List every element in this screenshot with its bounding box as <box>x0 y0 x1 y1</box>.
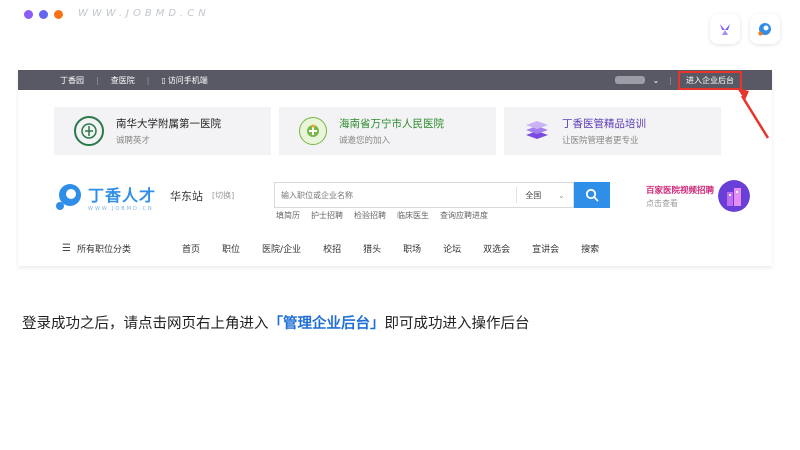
video-banner-title: 百家医院视频招聘 <box>645 185 714 196</box>
menu-item[interactable]: 职位 <box>222 242 240 255</box>
link-hospital[interactable]: 查医院 <box>111 75 135 86</box>
dot-indigo <box>39 10 48 19</box>
hot-link[interactable]: 填简历 <box>276 210 300 221</box>
search-input[interactable] <box>275 189 516 201</box>
url-watermark: WWW.JOBMD.CN <box>78 8 210 19</box>
menu-item[interactable]: 搜索 <box>581 242 599 255</box>
hospital-card[interactable]: 海南省万宁市人民医院 诚邀您的加入 <box>279 107 496 155</box>
dot-orange <box>54 10 63 19</box>
hot-link[interactable]: 检验招聘 <box>354 210 386 221</box>
corner-icons <box>710 14 780 44</box>
all-categories-label: 所有职位分类 <box>76 245 131 255</box>
region-switch-link[interactable]: [切换] <box>212 190 234 201</box>
top-bar-links: 丁香园 | 查医院 | ▯ 访问手机端 <box>54 75 214 86</box>
logo-text: 丁香人才 <box>88 186 157 205</box>
dot-purple <box>24 10 33 19</box>
region-label: 华东站 <box>170 190 203 203</box>
search-button[interactable] <box>574 182 610 208</box>
separator: | <box>146 75 150 85</box>
enter-backend-link[interactable]: 进入企业后台 <box>678 70 742 90</box>
instruction-after: 即可成功进入操作后台 <box>384 316 530 332</box>
website-screenshot: 丁香园 | 查医院 | ▯ 访问手机端 ⌄ | 进入企业后台 南华大学附属第一医… <box>18 70 772 266</box>
phone-icon: ▯ <box>161 75 166 85</box>
training-card[interactable]: 丁香医管精品培训 让医院管理者更专业 <box>504 107 721 155</box>
hospital-emblem-icon <box>74 116 104 146</box>
hospital-banner-row: 南华大学附属第一医院 诚聘英才 海南省万宁市人民医院 诚邀您的加入 丁香医管精品… <box>54 107 721 155</box>
search-box: 全国 ⌄ <box>274 182 574 208</box>
hospital-slogan: 诚邀您的加入 <box>339 136 391 146</box>
region-select-value: 全国 <box>525 190 542 200</box>
hot-link[interactable]: 临床医生 <box>397 210 429 221</box>
window-dots <box>24 10 63 19</box>
region-select[interactable]: 全国 ⌄ <box>516 187 573 203</box>
blurred-username <box>614 76 645 84</box>
clove-flower-icon <box>710 14 740 44</box>
jobmd-logo-icon <box>750 14 780 44</box>
logo-url: WWW.JOBMD.CN <box>88 206 154 212</box>
training-title: 丁香医管精品培训 <box>562 118 646 130</box>
all-categories-menu[interactable]: ☰ 所有职位分类 <box>62 242 182 255</box>
main-header: 丁香人才 WWW.JOBMD.CN 华东站 [切换] 全国 ⌄ 填简历 护士招聘… <box>54 178 750 221</box>
menu-item[interactable]: 论坛 <box>443 242 461 255</box>
instruction-highlight: 「管理企业后台」 <box>268 316 385 332</box>
menu-item[interactable]: 宣讲会 <box>532 242 559 255</box>
search-icon <box>585 188 599 202</box>
menu-item[interactable]: 双选会 <box>483 242 510 255</box>
hot-link[interactable]: 查询应聘进度 <box>440 210 488 221</box>
top-bar-right: ⌄ | 进入企业后台 <box>614 70 742 90</box>
slide-canvas: { "slide": { "url_watermark": "WWW.JOBMD… <box>0 0 800 450</box>
hospital-name: 海南省万宁市人民医院 <box>339 118 444 130</box>
top-bar: 丁香园 | 查医院 | ▯ 访问手机端 ⌄ | 进入企业后台 <box>18 70 772 90</box>
book-stack-icon <box>524 118 550 144</box>
hot-search-links: 填简历 护士招聘 检验招聘 临床医生 查询应聘进度 <box>276 210 488 221</box>
hospital-name: 南华大学附属第一医院 <box>116 118 221 130</box>
menu-item[interactable]: 校招 <box>323 242 341 255</box>
hot-link[interactable]: 护士招聘 <box>311 210 343 221</box>
menu-item[interactable]: 医院/企业 <box>262 242 301 255</box>
training-slogan: 让医院管理者更专业 <box>562 136 639 146</box>
instruction-text: 登录成功之后，请点击网页右上角进入「管理企业后台」即可成功进入操作后台 <box>22 312 530 333</box>
link-dxy[interactable]: 丁香园 <box>60 75 84 86</box>
hospital-card[interactable]: 南华大学附属第一医院 诚聘英才 <box>54 107 271 155</box>
menu-icon: ☰ <box>62 243 71 254</box>
instruction-before: 登录成功之后，请点击网页右上角进入 <box>22 316 269 332</box>
video-banner-link: 点击查看 <box>645 198 678 208</box>
video-recruit-banner[interactable]: 百家医院视频招聘 点击查看 <box>646 180 750 212</box>
menu-item[interactable]: 猎头 <box>363 242 381 255</box>
hospital-slogan: 诚聘英才 <box>116 136 151 146</box>
jobmd-logo-icon <box>56 184 81 210</box>
hospital-emblem-icon <box>299 117 327 145</box>
site-logo[interactable]: 丁香人才 WWW.JOBMD.CN <box>54 182 156 212</box>
city-building-icon <box>718 180 750 212</box>
chevron-down-icon[interactable]: ⌄ <box>653 76 660 85</box>
main-menu: ☰ 所有职位分类 首页 职位 医院/企业 校招 猎头 职场 论坛 双选会 宣讲会… <box>62 242 742 255</box>
menu-item[interactable]: 首页 <box>182 242 200 255</box>
chevron-down-icon: ⌄ <box>557 190 565 200</box>
link-mobile[interactable]: 访问手机端 <box>168 75 208 86</box>
separator: | <box>96 75 99 85</box>
menu-item[interactable]: 职场 <box>403 242 421 255</box>
separator: | <box>669 75 672 85</box>
